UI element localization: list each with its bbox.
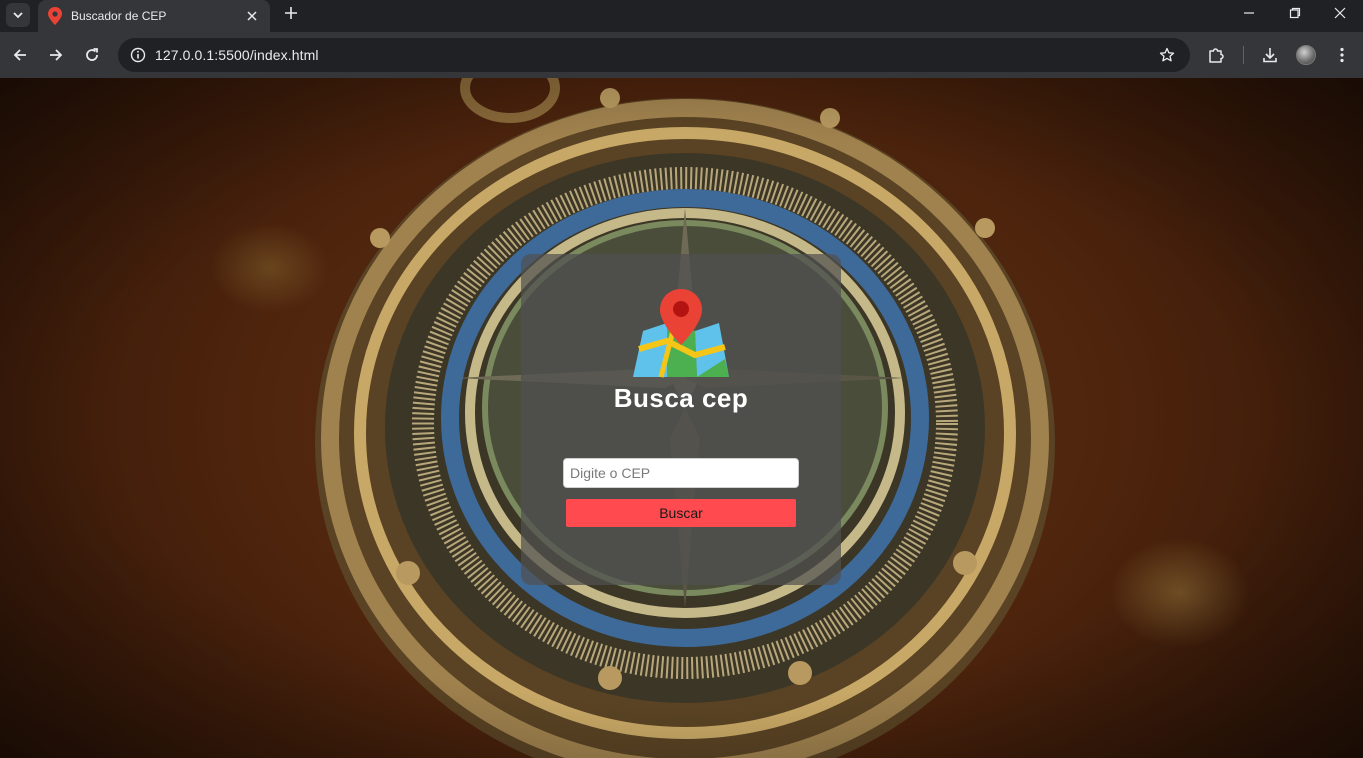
back-button[interactable] — [6, 41, 34, 69]
forward-button[interactable] — [42, 41, 70, 69]
chevron-down-icon — [13, 12, 23, 19]
cep-input[interactable] — [563, 458, 799, 488]
page-title: Busca cep — [613, 383, 749, 413]
browser-tab[interactable]: Buscador de CEP — [38, 0, 270, 32]
tab-title: Buscador de CEP — [71, 9, 167, 23]
browser-toolbar: 127.0.0.1:5500/index.html — [0, 32, 1363, 78]
search-button[interactable]: Buscar — [566, 499, 796, 527]
map-pin-logo-icon — [633, 289, 729, 378]
reload-button[interactable] — [78, 41, 106, 69]
close-icon — [247, 11, 257, 21]
downloads-button[interactable] — [1256, 41, 1284, 69]
plus-icon — [285, 7, 297, 19]
map-pin-icon — [48, 7, 62, 25]
kebab-menu-icon — [1340, 47, 1344, 63]
new-tab-button[interactable] — [280, 2, 302, 24]
forward-arrow-icon — [50, 49, 63, 61]
download-icon — [1263, 48, 1277, 63]
close-window-button[interactable] — [1317, 0, 1363, 26]
puzzle-icon — [1209, 48, 1224, 63]
restore-button[interactable] — [1272, 0, 1318, 26]
restore-icon — [1289, 7, 1301, 19]
tab-search-button[interactable] — [6, 3, 30, 27]
minimize-icon — [1244, 12, 1254, 14]
profile-avatar[interactable] — [1296, 45, 1316, 65]
minimize-button[interactable] — [1226, 0, 1272, 26]
address-bar[interactable]: 127.0.0.1:5500/index.html — [118, 38, 1190, 72]
url-text[interactable]: 127.0.0.1:5500/index.html — [155, 47, 319, 63]
toolbar-separator — [1243, 46, 1244, 64]
close-icon — [1334, 7, 1346, 19]
extensions-button[interactable] — [1202, 41, 1230, 69]
browser-menu-button[interactable] — [1328, 41, 1356, 69]
reload-icon — [86, 48, 98, 61]
info-icon[interactable] — [126, 43, 150, 67]
page-viewport: Busca cep Buscar — [0, 78, 1363, 758]
star-icon[interactable] — [1156, 44, 1178, 66]
search-card: Busca cep Buscar — [521, 254, 841, 585]
back-arrow-icon — [13, 49, 26, 61]
tab-close-button[interactable] — [242, 6, 262, 26]
browser-tab-bar: Buscador de CEP — [0, 0, 1363, 32]
